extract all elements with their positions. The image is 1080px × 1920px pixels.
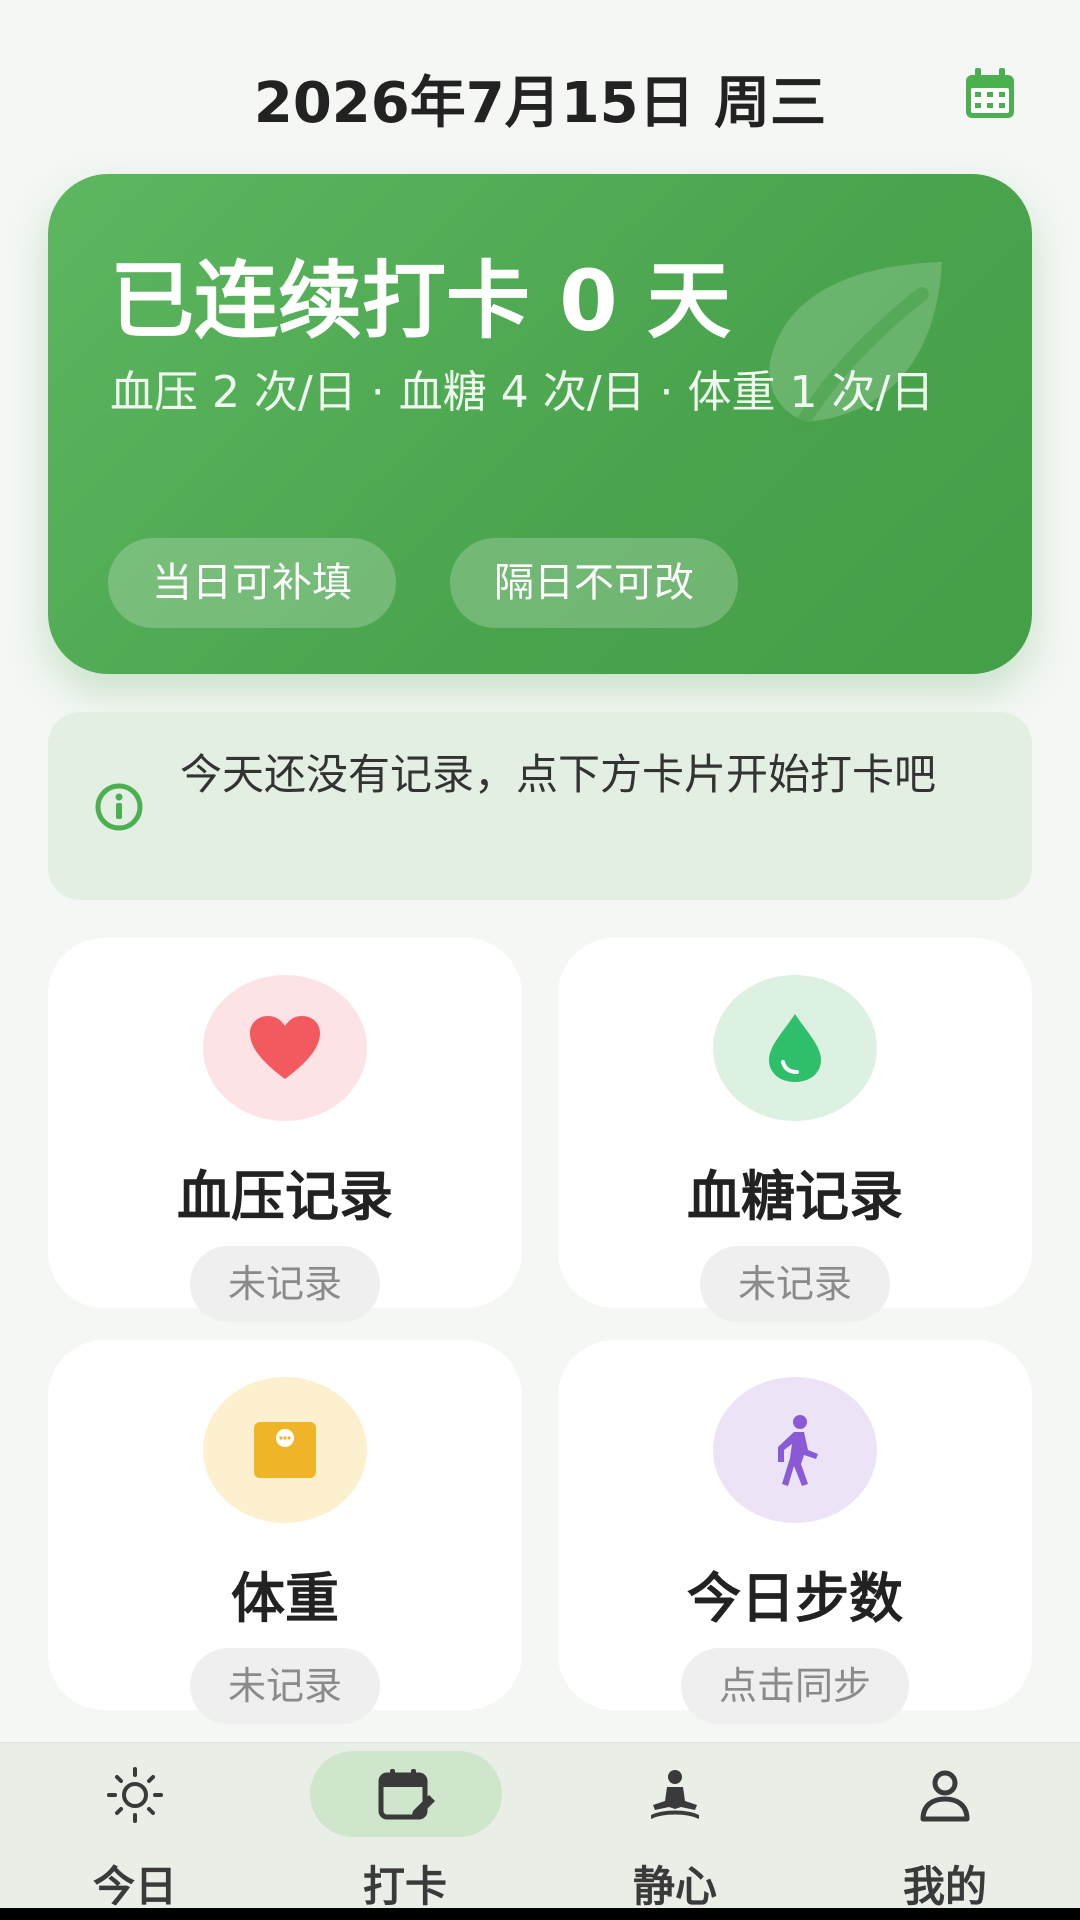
card-title: 血压记录 [177, 1165, 393, 1228]
person-icon [920, 1770, 970, 1822]
card-title: 今日步数 [687, 1567, 903, 1630]
notice-text: 今天还没有记录，点下方卡片开始打卡吧 [180, 750, 937, 799]
icon-circle [713, 975, 877, 1121]
sync-badge[interactable]: 点击同步 [680, 1648, 910, 1724]
checkin-page: 2026年7月15日 周三 已连续打卡 0 天 血压 2 次/日 · 血糖 4 … [0, 0, 1080, 1920]
date-title: 2026年7月15日 周三 [253, 71, 827, 136]
backfill-rule-pill: 当日可补填 [108, 538, 396, 628]
heart-icon [250, 1016, 320, 1079]
calendar-button[interactable] [962, 66, 1018, 122]
empty-notice: 今天还没有记录，点下方卡片开始打卡吧 [48, 712, 1032, 900]
walking-icon [778, 1415, 818, 1486]
nav-item-today[interactable]: 今日 [0, 1743, 270, 1920]
status-badge: 未记录 [189, 1648, 381, 1724]
nav-label: 静心 [632, 1862, 717, 1911]
calendar-edit-icon [378, 1769, 435, 1820]
nav-label: 打卡 [362, 1862, 447, 1911]
calendar-icon [966, 68, 1014, 118]
frequency-summary: 血压 2 次/日 · 血糖 4 次/日 · 体重 1 次/日 [110, 367, 935, 418]
blood-sugar-card[interactable]: 血糖记录 未记录 [558, 938, 1032, 1322]
nav-label: 我的 [902, 1862, 987, 1911]
status-badge: 未记录 [189, 1246, 381, 1322]
nav-item-meditate[interactable]: 静心 [540, 1743, 810, 1920]
nav-label: 今日 [92, 1862, 177, 1911]
icon-circle [713, 1377, 877, 1523]
header: 2026年7月15日 周三 [0, 40, 1080, 150]
meditation-icon [651, 1770, 699, 1819]
bottom-nav: 今日 打卡 静心 我的 [0, 1742, 1080, 1920]
weight-card[interactable]: 体重 未记录 [48, 1340, 522, 1724]
streak-card: 已连续打卡 0 天 血压 2 次/日 · 血糖 4 次/日 · 体重 1 次/日… [48, 174, 1032, 674]
system-gesture-bar [0, 1908, 1080, 1920]
blood-pressure-card[interactable]: 血压记录 未记录 [48, 938, 522, 1322]
streak-title: 已连续打卡 0 天 [110, 252, 731, 350]
info-icon [95, 783, 143, 831]
nav-item-profile[interactable]: 我的 [810, 1743, 1080, 1920]
sun-icon [107, 1767, 163, 1823]
scale-icon [254, 1422, 316, 1478]
steps-card[interactable]: 今日步数 点击同步 [558, 1340, 1032, 1724]
icon-circle [203, 1377, 367, 1523]
icon-circle [203, 975, 367, 1121]
nav-item-checkin[interactable]: 打卡 [270, 1743, 540, 1920]
status-badge: 未记录 [699, 1246, 891, 1322]
card-title: 血糖记录 [687, 1165, 903, 1228]
drop-icon [769, 1014, 821, 1082]
card-title: 体重 [231, 1567, 339, 1630]
no-edit-rule-pill: 隔日不可改 [450, 538, 738, 628]
